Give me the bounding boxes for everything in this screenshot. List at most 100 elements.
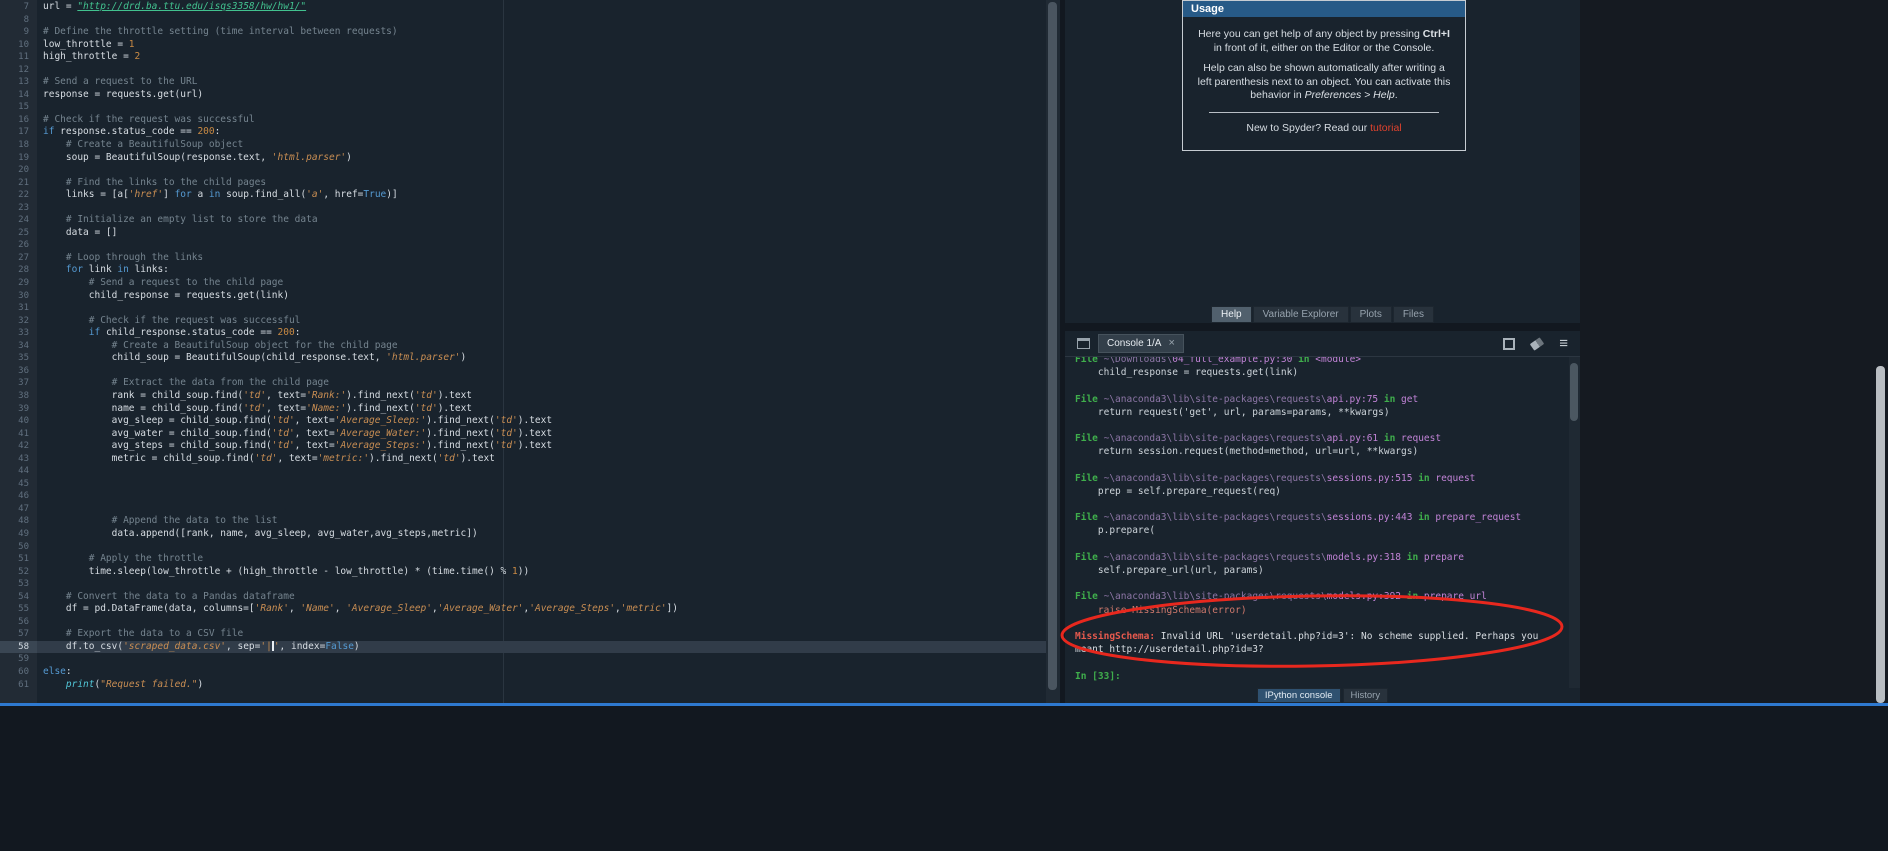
code-line[interactable]: 49 data.append([rank, name, avg_sleep, a… <box>0 528 1046 541</box>
code-line[interactable]: 60else: <box>0 666 1046 679</box>
code-line[interactable]: 36 <box>0 365 1046 378</box>
line-number[interactable]: 33 <box>0 327 37 340</box>
line-number[interactable]: 19 <box>0 152 37 165</box>
code-line[interactable]: 29 # Send a request to the child page <box>0 277 1046 290</box>
code-line[interactable]: 41 avg_water = child_soup.find('td', tex… <box>0 428 1046 441</box>
code-line[interactable]: 13# Send a request to the URL <box>0 76 1046 89</box>
code-line[interactable]: 42 avg_steps = child_soup.find('td', tex… <box>0 440 1046 453</box>
close-icon[interactable]: × <box>1168 339 1174 348</box>
code-line[interactable]: 18 # Create a BeautifulSoup object <box>0 139 1046 152</box>
code-line[interactable]: 37 # Extract the data from the child pag… <box>0 377 1046 390</box>
tab-plots[interactable]: Plots <box>1350 306 1392 323</box>
line-number[interactable]: 46 <box>0 490 37 503</box>
line-number[interactable]: 10 <box>0 39 37 52</box>
line-number[interactable]: 28 <box>0 264 37 277</box>
line-number[interactable]: 17 <box>0 126 37 139</box>
code-line[interactable]: 43 metric = child_soup.find('td', text='… <box>0 453 1046 466</box>
line-number[interactable]: 57 <box>0 628 37 641</box>
code-line[interactable]: 51 # Apply the throttle <box>0 553 1046 566</box>
code-line[interactable]: 20 <box>0 164 1046 177</box>
code-line[interactable]: 30 child_response = requests.get(link) <box>0 290 1046 303</box>
line-number[interactable]: 30 <box>0 290 37 303</box>
code-line[interactable]: 21 # Find the links to the child pages <box>0 177 1046 190</box>
line-number[interactable]: 47 <box>0 503 37 516</box>
line-number[interactable]: 50 <box>0 541 37 554</box>
line-number[interactable]: 15 <box>0 101 37 114</box>
line-number[interactable]: 53 <box>0 578 37 591</box>
code-line[interactable]: 8 <box>0 14 1046 27</box>
line-number[interactable]: 36 <box>0 365 37 378</box>
line-number[interactable]: 35 <box>0 352 37 365</box>
code-line[interactable]: 38 rank = child_soup.find('td', text='Ra… <box>0 390 1046 403</box>
code-line[interactable]: 7url = "http://drd.ba.ttu.edu/isqs3358/h… <box>0 1 1046 14</box>
code-line[interactable]: 22 links = [a['href'] for a in soup.find… <box>0 189 1046 202</box>
line-number[interactable]: 8 <box>0 14 37 27</box>
line-number[interactable]: 11 <box>0 51 37 64</box>
line-number[interactable]: 37 <box>0 377 37 390</box>
code-line[interactable]: 32 # Check if the request was successful <box>0 315 1046 328</box>
code-line[interactable]: 35 child_soup = BeautifulSoup(child_resp… <box>0 352 1046 365</box>
line-number[interactable]: 60 <box>0 666 37 679</box>
line-number[interactable]: 16 <box>0 114 37 127</box>
console-scrollbar[interactable] <box>1569 357 1580 688</box>
line-number[interactable]: 42 <box>0 440 37 453</box>
code-line[interactable]: 39 name = child_soup.find('td', text='Na… <box>0 403 1046 416</box>
line-number[interactable]: 25 <box>0 227 37 240</box>
line-number[interactable]: 49 <box>0 528 37 541</box>
code-line[interactable]: 33 if child_response.status_code == 200: <box>0 327 1046 340</box>
line-number[interactable]: 43 <box>0 453 37 466</box>
line-number[interactable]: 54 <box>0 591 37 604</box>
line-number[interactable]: 34 <box>0 340 37 353</box>
line-number[interactable]: 40 <box>0 415 37 428</box>
code-line[interactable]: 47 <box>0 503 1046 516</box>
tab-help[interactable]: Help <box>1211 306 1252 323</box>
tab-files[interactable]: Files <box>1393 306 1434 323</box>
code-line[interactable]: 44 <box>0 465 1046 478</box>
code-line[interactable]: 50 <box>0 541 1046 554</box>
code-line[interactable]: 54 # Convert the data to a Pandas datafr… <box>0 591 1046 604</box>
stop-icon[interactable] <box>1503 338 1515 350</box>
line-number[interactable]: 52 <box>0 566 37 579</box>
code-line[interactable]: 15 <box>0 101 1046 114</box>
code-line[interactable]: 58 df.to_csv('scraped_data.csv', sep='|'… <box>0 641 1046 654</box>
editor-scrollbar-thumb[interactable] <box>1048 2 1057 690</box>
code-line[interactable]: 52 time.sleep(low_throttle + (high_throt… <box>0 566 1046 579</box>
line-number[interactable]: 41 <box>0 428 37 441</box>
line-number[interactable]: 20 <box>0 164 37 177</box>
code-line[interactable]: 27 # Loop through the links <box>0 252 1046 265</box>
line-number[interactable]: 59 <box>0 653 37 666</box>
line-number[interactable]: 44 <box>0 465 37 478</box>
line-number[interactable]: 14 <box>0 89 37 102</box>
code-line[interactable]: 28 for link in links: <box>0 264 1046 277</box>
line-number[interactable]: 48 <box>0 515 37 528</box>
code-line[interactable]: 59 <box>0 653 1046 666</box>
line-number[interactable]: 58 <box>0 641 37 654</box>
code-line[interactable]: 14response = requests.get(url) <box>0 89 1046 102</box>
code-line[interactable]: 16# Check if the request was successful <box>0 114 1046 127</box>
line-number[interactable]: 32 <box>0 315 37 328</box>
code-line[interactable]: 53 <box>0 578 1046 591</box>
line-number[interactable]: 39 <box>0 403 37 416</box>
line-number[interactable]: 26 <box>0 239 37 252</box>
code-line[interactable]: 31 <box>0 302 1046 315</box>
code-line[interactable]: 9# Define the throttle setting (time int… <box>0 26 1046 39</box>
line-number[interactable]: 23 <box>0 202 37 215</box>
code-line[interactable]: 45 <box>0 478 1046 491</box>
line-number[interactable]: 12 <box>0 64 37 77</box>
tab-ipython-console[interactable]: IPython console <box>1257 688 1341 703</box>
line-number[interactable]: 22 <box>0 189 37 202</box>
code-line[interactable]: 34 # Create a BeautifulSoup object for t… <box>0 340 1046 353</box>
external-scrollbar[interactable] <box>1876 366 1885 703</box>
code-line[interactable]: 61 print("Request failed.") <box>0 679 1046 692</box>
code-line[interactable]: 55 df = pd.DataFrame(data, columns=['Ran… <box>0 603 1046 616</box>
line-number[interactable]: 56 <box>0 616 37 629</box>
new-window-icon[interactable] <box>1077 338 1090 349</box>
line-number[interactable]: 13 <box>0 76 37 89</box>
line-number[interactable]: 21 <box>0 177 37 190</box>
line-number[interactable]: 24 <box>0 214 37 227</box>
code-line[interactable]: 17if response.status_code == 200: <box>0 126 1046 139</box>
tutorial-link[interactable]: tutorial <box>1370 122 1402 134</box>
line-number[interactable]: 18 <box>0 139 37 152</box>
line-number[interactable]: 29 <box>0 277 37 290</box>
line-number[interactable]: 38 <box>0 390 37 403</box>
